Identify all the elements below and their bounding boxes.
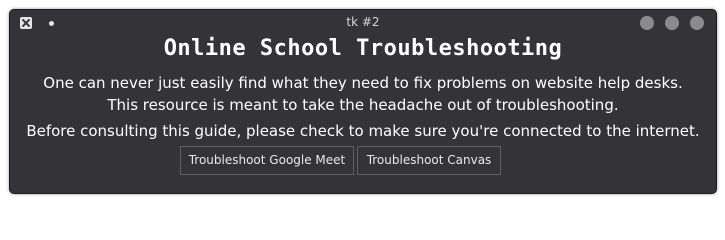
intro-line-3: Before consulting this guide, please che… <box>26 122 700 140</box>
maximize-button[interactable] <box>665 16 679 30</box>
intro-line-1: One can never just easily find what they… <box>43 74 683 92</box>
minimize-button[interactable] <box>640 16 654 30</box>
app-window: tk #2 Online School Troubleshooting One … <box>9 9 717 194</box>
window-title: tk #2 <box>346 15 380 29</box>
intro-line-2: This resource is meant to take the heada… <box>107 96 619 114</box>
troubleshoot-google-meet-button[interactable]: Troubleshoot Google Meet <box>180 146 354 175</box>
page-heading: Online School Troubleshooting <box>163 36 563 61</box>
troubleshoot-canvas-button[interactable]: Troubleshoot Canvas <box>357 146 501 175</box>
close-button[interactable] <box>690 16 704 30</box>
title-bar[interactable]: tk #2 <box>10 10 716 35</box>
